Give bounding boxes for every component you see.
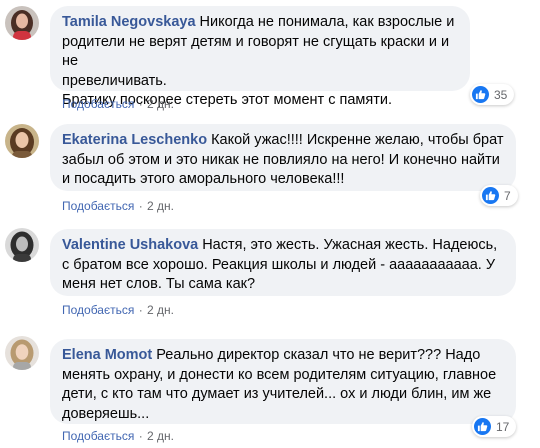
author-name[interactable]: Ekaterina Leschenko	[62, 132, 207, 148]
like-button[interactable]: Подобається	[62, 429, 134, 443]
avatar-photo	[5, 228, 39, 262]
separator: ·	[138, 429, 143, 443]
avatar[interactable]	[5, 228, 39, 262]
thumbs-up-icon	[472, 86, 489, 103]
comment-actions: Подобається · 2 дн.	[62, 97, 174, 111]
reaction-count-badge[interactable]: 17	[472, 416, 517, 437]
timestamp[interactable]: 2 дн.	[147, 303, 174, 317]
reaction-count: 35	[494, 87, 508, 102]
like-button[interactable]: Подобається	[62, 303, 134, 317]
separator: ·	[138, 303, 143, 317]
comment-bubble: Ekaterina Leschenko Какой ужас!!!! Искрен…	[50, 124, 516, 191]
author-name[interactable]: Elena Momot	[62, 347, 152, 363]
author-name[interactable]: Tamila Negovskaya	[62, 14, 196, 30]
comment-actions: Подобається · 2 дн.	[62, 303, 174, 317]
timestamp[interactable]: 2 дн.	[147, 97, 174, 111]
comment-actions: Подобається · 2 дн.	[62, 429, 174, 443]
timestamp[interactable]: 2 дн.	[147, 429, 174, 443]
reaction-count: 17	[496, 419, 510, 434]
reaction-count-badge[interactable]: 35	[470, 84, 515, 105]
avatar[interactable]	[5, 124, 39, 158]
avatar[interactable]	[5, 6, 39, 40]
comment-bubble: Elena Momot Реально директор сказал что н…	[50, 339, 516, 424]
avatar-photo	[5, 336, 39, 370]
reaction-count: 7	[504, 188, 511, 203]
avatar-photo	[5, 124, 39, 158]
thumbs-up-icon	[482, 187, 499, 204]
like-button[interactable]: Подобається	[62, 97, 134, 111]
separator: ·	[138, 97, 143, 111]
reaction-count-badge[interactable]: 7	[480, 185, 518, 206]
thumbs-up-icon	[474, 418, 491, 435]
avatar-photo	[5, 6, 39, 40]
author-name[interactable]: Valentine Ushakova	[62, 237, 198, 253]
comment-actions: Подобається · 2 дн.	[62, 199, 174, 213]
comment-bubble: Valentine Ushakova Настя, это жесть. Ужас…	[50, 229, 516, 296]
comment-bubble: Tamila Negovskaya Никогда не понимала, ка…	[50, 6, 470, 108]
timestamp[interactable]: 2 дн.	[147, 199, 174, 213]
separator: ·	[138, 199, 143, 213]
avatar[interactable]	[5, 336, 39, 370]
like-button[interactable]: Подобається	[62, 199, 134, 213]
